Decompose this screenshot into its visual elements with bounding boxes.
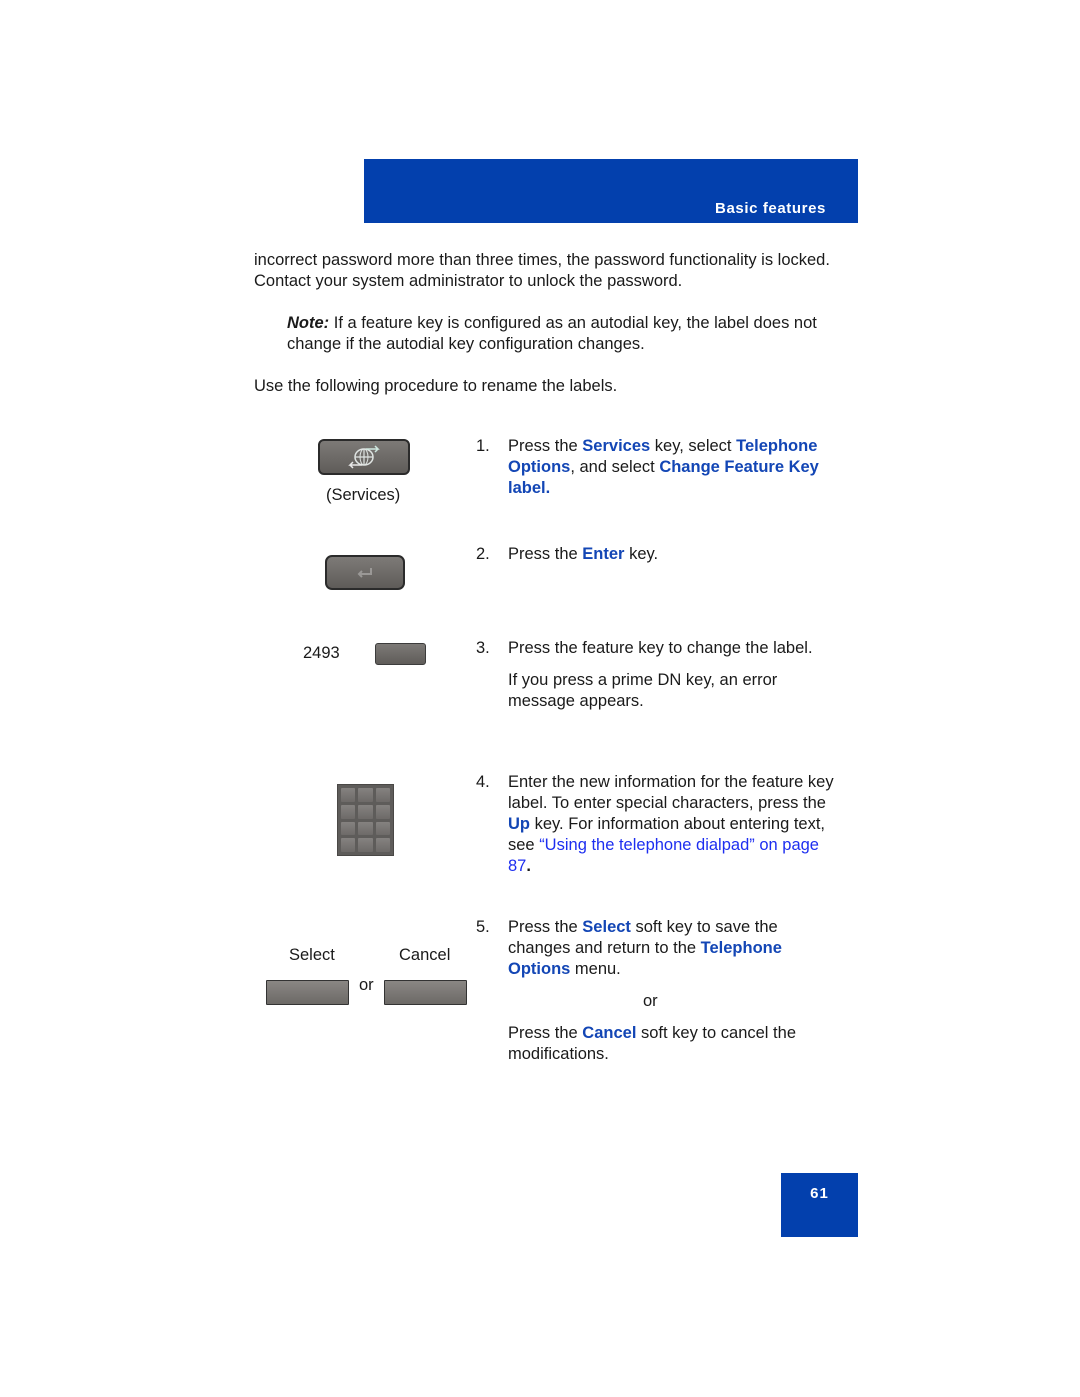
step-text: Enter the new information for the featur… [508,772,836,877]
step-number: 4. [476,773,490,791]
cancel-softkey-caption: Cancel [399,946,451,964]
select-keyword: Select [582,918,631,936]
enter-keyword: Enter [582,545,625,563]
note-label: Note: [287,314,330,332]
step-number: 3. [476,639,490,657]
dialpad-key [358,821,373,836]
step-text: Press the feature key to change the labe… [508,639,813,657]
text: Press the [508,1024,583,1042]
note-paragraph: Note: If a feature key is configured as … [287,313,847,355]
enter-key [325,555,405,590]
services-keyword: Services [582,437,651,455]
dialpad-key [341,821,356,836]
text: key. [624,545,659,563]
step-alt-text: Press the Cancel soft key to cancel the … [508,1023,836,1065]
step-2: 2. Press the Enter key. [476,544,836,565]
text: Press the [508,918,583,936]
text: . [526,857,531,875]
text: Press the [508,545,583,563]
step-or: or [643,992,658,1010]
dialpad-key [358,838,373,852]
dialpad-key [358,804,373,819]
enter-return-arrow-icon [357,567,372,578]
dialpad-key [375,804,390,819]
dialpad-key [375,821,390,836]
text: menu. [570,960,621,978]
dialpad-key [341,788,356,802]
text: , and select [570,458,660,476]
text: key, select [650,437,737,455]
services-key [318,439,410,475]
feature-key [375,643,426,665]
step-1: 1. Press the Services key, select Teleph… [476,436,836,499]
step-text: Press the Select soft key to save the ch… [508,917,836,980]
text: Enter the new information for the featur… [508,773,834,812]
up-keyword: Up [508,815,530,833]
dialpad-key [341,838,356,852]
page-number-box: 61 [781,1173,858,1237]
dialpad-key [358,788,373,802]
cancel-softkey [384,980,467,1005]
select-softkey [266,980,349,1005]
note-text: If a feature key is configured as an aut… [287,314,817,353]
dialpad-key [375,838,390,852]
intro-paragraph: incorrect password more than three times… [254,251,830,290]
dialpad-page-link[interactable]: “Using the telephone dialpad” on page 87 [508,836,819,875]
or-caption: or [359,976,374,994]
text: Press the [508,437,583,455]
step-subtext: If you press a prime DN key, an error me… [508,671,778,710]
feature-key-number: 2493 [303,644,340,662]
step-text: Press the Services key, select Telephone… [508,436,836,499]
step-4: 4. Enter the new information for the fea… [476,772,836,877]
dialpad-icon [337,784,394,856]
step-number: 2. [476,545,490,563]
dialpad-key [375,788,390,802]
page-number: 61 [810,1185,829,1202]
services-caption: (Services) [326,486,401,504]
step-text: Press the Enter key. [508,544,836,565]
dialpad-key [341,804,356,819]
step-number: 5. [476,918,490,936]
step-5: 5. Press the Select soft key to save the… [476,917,836,1065]
step-3: 3. Press the feature key to change the l… [476,638,836,712]
section-header-bar: Basic features [364,159,858,223]
step-number: 1. [476,437,490,455]
section-title: Basic features [715,200,826,217]
services-globe-arrows-icon [348,445,380,469]
select-softkey-caption: Select [289,946,335,964]
procedure-intro: Use the following procedure to rename th… [254,377,618,395]
cancel-keyword: Cancel [582,1024,637,1042]
